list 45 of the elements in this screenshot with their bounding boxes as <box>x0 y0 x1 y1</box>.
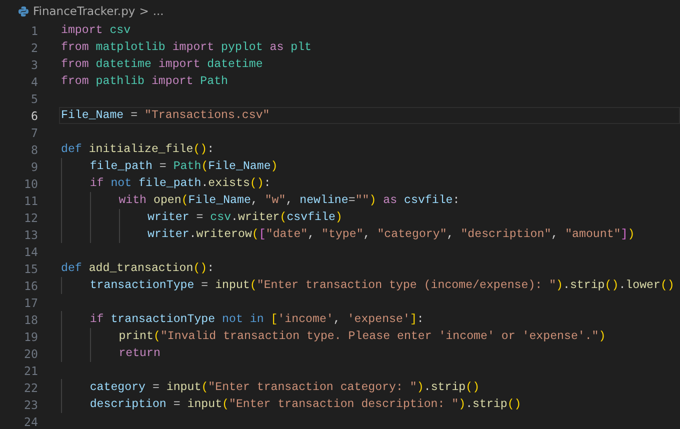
code-line: description = input("Enter transaction description: ").strip() <box>59 396 680 413</box>
code-line: if not file_path.exists(): <box>59 175 680 192</box>
code-line: def initialize_file(): <box>60 142 216 158</box>
file-name[interactable]: FinanceTracker.py <box>33 4 136 18</box>
breadcrumb-more[interactable]: ... <box>152 4 164 18</box>
code-line: print("Invalid transaction type. Please enter 'income' or 'expense'.") <box>59 328 680 345</box>
line-number: 14 <box>23 244 38 258</box>
code-line: def add_transaction(): <box>60 261 216 277</box>
line-number: 19 <box>23 330 38 344</box>
line-number: 18 <box>23 312 38 326</box>
code-line: writer = csv.writer(csvfile) <box>59 209 680 226</box>
code-line: transactionType = input("Enter transaction type (income/expense): ").strip().lower() <box>59 277 680 294</box>
line-number: 16 <box>23 278 38 292</box>
line-number: 24 <box>23 414 38 428</box>
line-number: 17 <box>23 296 38 310</box>
line-number: 12 <box>23 210 38 224</box>
code-line: from matplotlib import pyplot as plt <box>60 40 312 56</box>
code-line: import csv <box>60 23 132 39</box>
line-number: 2 <box>30 40 38 54</box>
code-line: from pathlib import Path <box>60 74 230 90</box>
code-line: from datetime import datetime <box>60 57 264 73</box>
line-number: 22 <box>23 380 38 394</box>
line-number: 7 <box>30 126 38 140</box>
line-number: 3 <box>30 58 38 72</box>
python-file-icon <box>18 6 29 16</box>
line-number: 15 <box>23 262 38 276</box>
code-line: file_path = Path(File_Name) <box>59 158 680 175</box>
code-line: with open(File_Name, "w", newline="") as csvfile: <box>59 192 680 209</box>
line-number: 11 <box>23 194 38 208</box>
line-number: 4 <box>30 74 38 88</box>
code-line: writer.writerow(["date", "type", "category", "description", "amount"]) <box>59 226 680 243</box>
line-number: 1 <box>30 24 38 38</box>
code-line: return <box>59 345 680 362</box>
breadcrumb-separator: > <box>139 4 149 18</box>
line-number: 9 <box>30 160 38 174</box>
line-number: 5 <box>30 92 38 106</box>
code-line: category = input("Enter transaction category: ").strip() <box>59 379 680 396</box>
line-number: 13 <box>23 228 38 242</box>
line-number: 6 <box>30 108 38 122</box>
code-line: if transactionType not in ['income', 'expense']: <box>59 311 680 328</box>
line-number: 21 <box>23 364 38 378</box>
line-number: 20 <box>23 346 38 360</box>
line-number: 10 <box>23 176 38 190</box>
line-number: 8 <box>30 142 38 156</box>
line-number: 23 <box>23 398 38 412</box>
